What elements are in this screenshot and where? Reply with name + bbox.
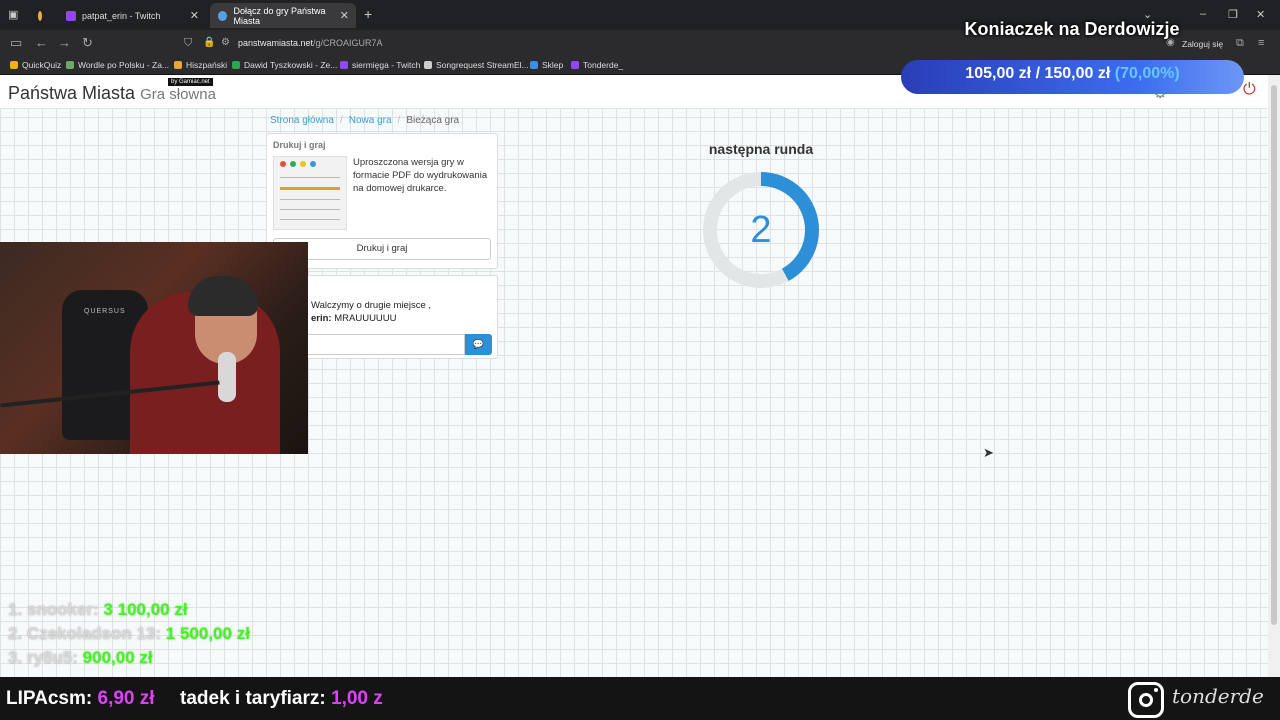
extensions-icon[interactable]: ⧉ [1236,37,1244,50]
tab-panstwa-miasta[interactable]: Dołącz do gry Państwa Miasta ✕ [210,3,356,28]
donation-goal-text: 105,00 zł / 150,00 zł (70,00%) [901,65,1244,83]
bookmark-favicon-icon [66,61,74,69]
bookmark-favicon-icon [424,61,432,69]
lock-icon[interactable]: 🔒 [203,37,215,48]
url-path: /g/CROAIGUR7A [313,38,383,48]
print-panel-title: Drukuj i graj [273,140,326,150]
streamer-headphones [188,276,258,316]
bookmark-favicon-icon [174,61,182,69]
url-field[interactable]: panstwamiasta.net/g/CROAIGUR7A [238,38,383,48]
page-scrollbar[interactable] [1268,75,1280,677]
chat-bubble-icon: 💬 [472,339,485,349]
send-button[interactable]: 💬 [465,334,492,355]
bookmark-item[interactable]: Wordle po Polsku - Za... [66,60,169,70]
bookmark-item[interactable]: Tonderde_ [571,60,623,70]
print-description: Uproszczona wersja gry w formacie PDF do… [353,157,488,194]
power-icon[interactable]: ⏻ [1243,81,1256,99]
goal-separator: / [1035,65,1041,82]
gamiac-badge: by Gamiac.net [168,78,213,86]
breadcrumb-current: Bieżąca gra [406,115,460,126]
reload-icon[interactable]: ↻ [82,35,93,51]
close-tab-icon[interactable]: ✕ [190,9,199,22]
chat-message: erin: MRAUUUUUU [311,313,397,324]
breadcrumb-home[interactable]: Strona główna [270,115,334,126]
site-brand[interactable]: Państwa Miasta Gra słowna [8,83,216,104]
breadcrumb: Strona główna / Nowa gra / Bieżąca gra [270,115,460,126]
bookmark-favicon-icon [10,61,18,69]
webcam-feed: QUERSUS [0,242,308,454]
tab-label: Dołącz do gry Państwa Miasta [233,5,326,26]
goal-target: 150,00 zł [1044,65,1111,82]
donation-ticker: LIPAcsm: 6,90 zł tadek i taryfiarz: 1,00… [0,677,1280,720]
maximize-icon[interactable]: ❐ [1228,8,1238,21]
tab-overview-icon[interactable]: ▣ [8,8,18,21]
chat-message: Walczymy o drugie miejsce , [311,300,432,311]
bookmark-item[interactable]: siermięga - Twitch [340,60,420,70]
url-host: panstwamiasta.net [238,38,314,48]
permissions-icon[interactable]: ⚙ [221,37,230,48]
donation-goal-bar: 105,00 zł / 150,00 zł (70,00%) [901,60,1244,94]
bookmark-item[interactable]: Songrequest StreamEl... [424,60,529,70]
scrollbar-thumb[interactable] [1271,85,1277,625]
bookmark-favicon-icon [340,61,348,69]
sidebar-toggle-icon[interactable]: ▭ [10,35,22,51]
bookmark-item[interactable]: Sklep [530,60,563,70]
bookmark-item[interactable]: Hiszpański [174,60,227,70]
goal-current: 105,00 zł [965,65,1032,82]
bookmark-favicon-icon [530,61,538,69]
bookmark-favicon-icon [232,61,240,69]
countdown-timer: 2 [701,170,821,290]
leaderboard-entry: 3. ry8u5: 900,00 zł [8,648,153,667]
mouse-cursor-icon: ➤ [983,445,994,460]
instagram-icon [1128,682,1164,718]
menu-icon[interactable]: ≡ [1258,37,1264,49]
breadcrumb-new-game[interactable]: Nowa gra [349,115,392,126]
instagram-handle: tonderde [1172,684,1264,708]
chair-logo: QUERSUS [84,308,126,315]
leaderboard-entry: 2. Czekoladson 13: 1 500,00 zł [8,624,250,643]
twitch-icon [66,10,76,21]
new-tab-button[interactable]: + [364,6,372,22]
print-thumbnail [273,156,347,230]
forward-icon[interactable]: → [58,35,71,50]
bookmark-item[interactable]: Dawid Tyszkowski - Ze... [232,60,337,70]
close-window-icon[interactable]: ✕ [1256,8,1265,21]
ticker-item: LIPAcsm: 6,90 zł [6,688,155,709]
goal-percent: (70,00%) [1114,65,1180,82]
tab-favicon [38,10,42,21]
bookmark-item[interactable]: QuickQuiz [10,60,61,70]
bookmark-favicon-icon [571,61,579,69]
shield-icon[interactable]: ⛉ [184,37,192,50]
tab-twitch[interactable]: patpat_erin - Twitch ✕ [58,3,206,28]
microphone [218,352,236,402]
close-tab-icon[interactable]: ✕ [340,9,349,22]
login-link[interactable]: Zaloguj się [1182,39,1223,49]
ticker-item: tadek i taryfiarz: 1,00 z [180,688,383,709]
tab-label: patpat_erin - Twitch [82,10,161,21]
brand-subtitle: Gra słowna [140,86,216,103]
globe-icon [218,10,228,21]
next-round-title: następna runda [708,141,814,157]
leaderboard-entry: 1. snooker: 3 100,00 zł [8,600,188,619]
countdown-number: 2 [750,209,772,251]
tab-pinned[interactable] [30,3,56,28]
back-icon[interactable]: ← [35,35,48,50]
brand-title: Państwa Miasta [8,83,136,103]
donation-goal-title: Koniaczek na Derdowizje [964,19,1180,39]
